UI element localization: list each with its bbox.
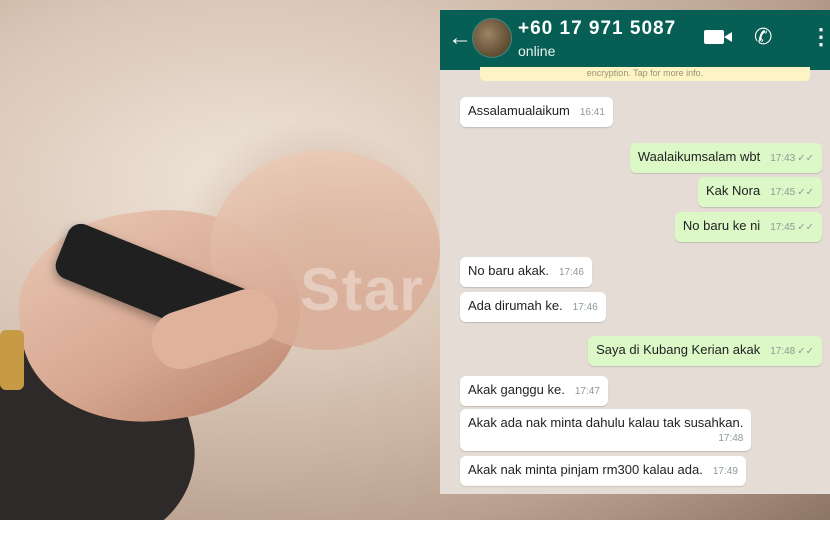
encryption-notice[interactable]: encryption. Tap for more info.: [480, 67, 810, 81]
read-ticks-icon: ✓✓: [797, 346, 814, 357]
video-call-icon[interactable]: [704, 30, 732, 44]
message-outgoing[interactable]: Saya di Kubang Kerian akak 17:48 ✓✓: [588, 336, 822, 366]
message-text: Waalaikumsalam wbt: [637, 149, 761, 164]
message-incoming[interactable]: Akak ganggu ke. 17:47: [460, 376, 608, 406]
message-outgoing[interactable]: Kak Nora 17:45 ✓✓: [698, 177, 822, 207]
wristwatch-shape: [0, 330, 24, 390]
message-time: 17:46: [572, 302, 598, 313]
message-time: 17:48: [770, 346, 796, 357]
message-incoming[interactable]: Akak nak minta pinjam rm300 kalau ada. 17…: [460, 456, 746, 486]
phone-icon[interactable]: ✆: [754, 24, 772, 50]
watermark-text: Star: [300, 256, 425, 323]
message-time: 17:49: [712, 466, 738, 477]
message-time: 17:48: [718, 433, 744, 444]
message-time: 17:46: [558, 267, 584, 278]
read-ticks-icon: ✓✓: [797, 153, 814, 164]
message-text: Akak nak minta pinjam rm300 kalau ada.: [468, 462, 703, 477]
message-incoming[interactable]: Akak ada nak minta dahulu kalau tak susa…: [460, 409, 752, 451]
whatsapp-chat-screenshot: ← +60 17 971 5087 online ✆ ⋮ encryption.…: [440, 10, 830, 494]
message-time: 17:43: [770, 153, 796, 164]
message-time: 17:45: [770, 222, 796, 233]
contact-status: online: [518, 43, 556, 59]
message-text: Kak Nora: [706, 183, 761, 198]
message-incoming[interactable]: No baru akak. 17:46: [460, 257, 592, 287]
message-text: No baru akak.: [468, 263, 549, 278]
message-time: 17:45: [770, 187, 796, 198]
message-text: Assalamualaikum: [468, 103, 570, 118]
chat-header: ← +60 17 971 5087 online ✆ ⋮: [440, 10, 830, 70]
bottom-fade: [440, 484, 830, 494]
message-text: Saya di Kubang Kerian akak: [596, 342, 761, 357]
message-time: 16:41: [579, 107, 605, 118]
more-vertical-icon[interactable]: ⋮: [810, 24, 830, 50]
message-incoming[interactable]: Ada dirumah ke. 17:46: [460, 292, 606, 322]
message-outgoing[interactable]: Waalaikumsalam wbt 17:43 ✓✓: [629, 143, 822, 173]
message-text: No baru ke ni: [682, 218, 761, 233]
arrow-left-icon[interactable]: ←: [448, 26, 472, 50]
message-incoming[interactable]: Assalamualaikum 16:41: [460, 97, 613, 127]
read-ticks-icon: ✓✓: [797, 222, 814, 233]
message-text: Ada dirumah ke.: [468, 298, 563, 313]
avatar[interactable]: [472, 18, 512, 58]
contact-name[interactable]: +60 17 971 5087: [518, 18, 676, 40]
message-text: Akak ganggu ke.: [468, 382, 565, 397]
read-ticks-icon: ✓✓: [797, 187, 814, 198]
message-outgoing[interactable]: No baru ke ni 17:45 ✓✓: [674, 212, 822, 242]
message-time: 17:47: [574, 386, 600, 397]
message-text: Akak ada nak minta dahulu kalau tak susa…: [468, 415, 744, 430]
